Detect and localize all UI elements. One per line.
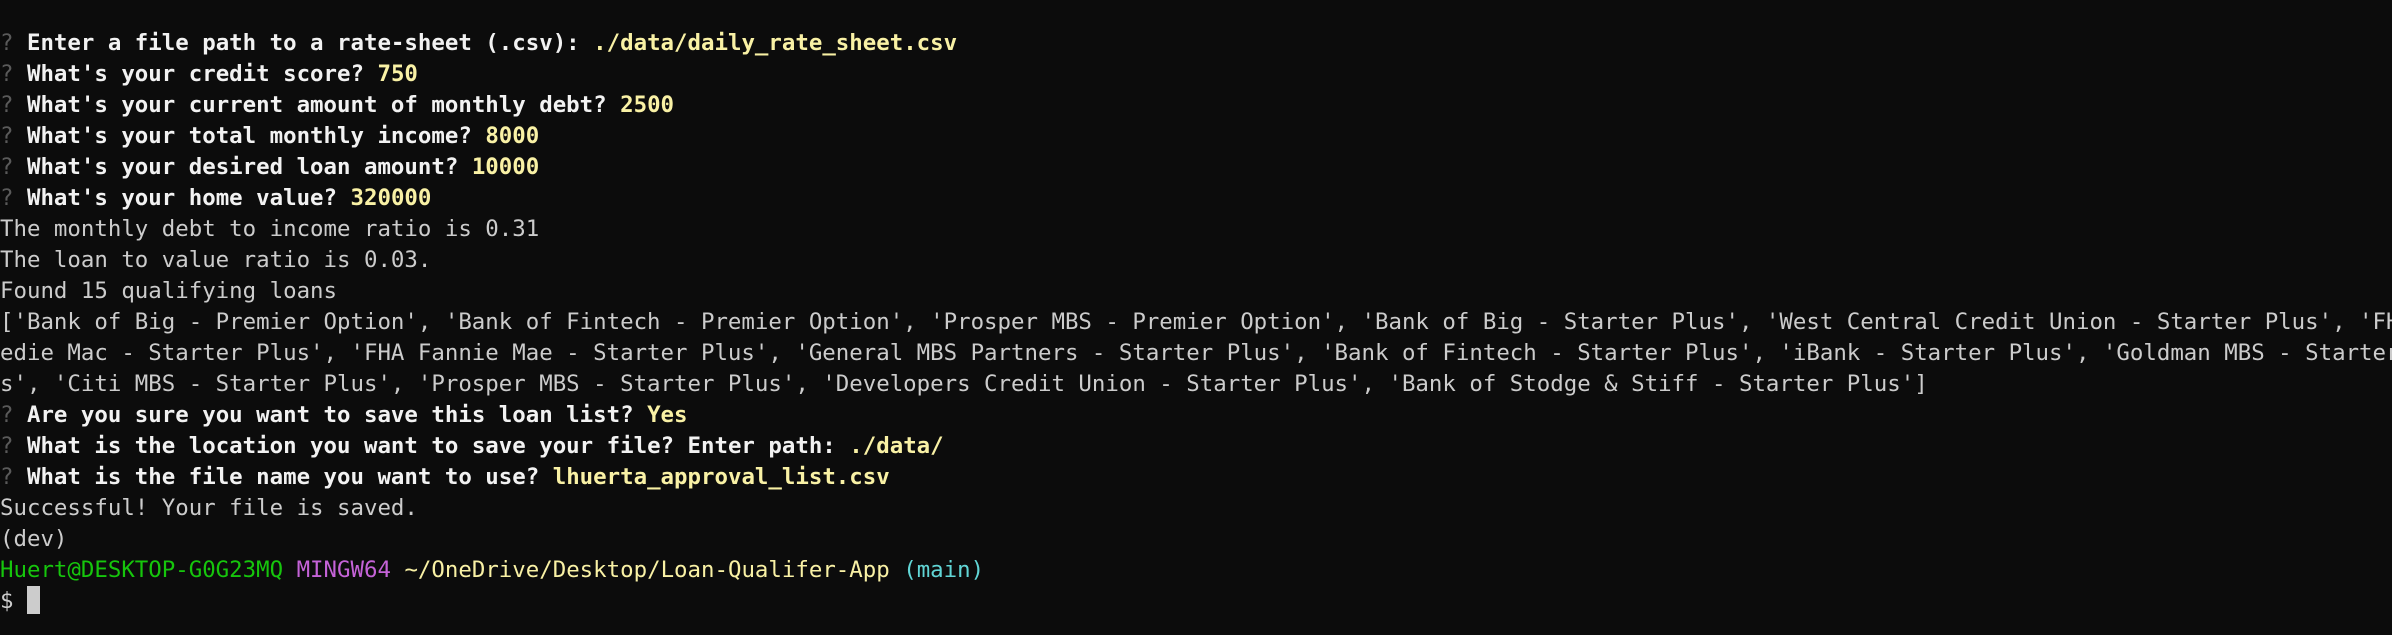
- text-cursor[interactable]: [26, 586, 40, 614]
- prompt-answer: 10000: [471, 154, 540, 180]
- shell-prompt: Huert@DESKTOP-G0G23MQ MINGW64 ~/OneDrive…: [0, 555, 2392, 586]
- result-message: Successful! Your file is saved.: [0, 495, 418, 521]
- current-path: ~/OneDrive/Desktop/Loan-Qualifer-App: [404, 557, 890, 583]
- prompt-line: ? What's your current amount of monthly …: [0, 90, 2392, 121]
- prompt-answer: 8000: [485, 123, 540, 149]
- prompt-line: ? Enter a file path to a rate-sheet (.cs…: [0, 28, 2392, 59]
- output-line: The loan to value ratio is 0.03.: [0, 247, 432, 273]
- prompt-answer: ./data/: [849, 433, 944, 459]
- shell-system: MINGW64: [296, 557, 391, 583]
- question-marker: ?: [0, 185, 14, 211]
- command-input-line[interactable]: $: [0, 586, 2392, 617]
- prompt-question: What is the file name you want to use?: [26, 464, 540, 490]
- prompt-answer: 2500: [620, 92, 675, 118]
- question-marker: ?: [0, 464, 14, 490]
- prompt-line: ? Are you sure you want to save this loa…: [0, 400, 2392, 431]
- prompt-line: ? What's your credit score? 750: [0, 59, 2392, 90]
- question-marker: ?: [0, 402, 14, 428]
- user-host: Huert@DESKTOP-G0G23MQ: [0, 557, 284, 583]
- prompt-question: What's your home value?: [26, 185, 338, 211]
- output-line: Found 15 qualifying loans: [0, 278, 338, 304]
- prompt-question: What's your total monthly income?: [26, 123, 472, 149]
- git-branch: (main): [903, 557, 985, 583]
- prompt-question: What is the location you want to save yo…: [26, 433, 836, 459]
- prompt-question: Enter a file path to a rate-sheet (.csv)…: [26, 30, 580, 56]
- question-marker: ?: [0, 433, 14, 459]
- loan-list-line: edie Mac - Starter Plus', 'FHA Fannie Ma…: [0, 340, 2392, 366]
- prompt-question: What's your desired loan amount?: [26, 154, 459, 180]
- prompt-answer: Yes: [647, 402, 688, 428]
- prompt-line: ? What is the file name you want to use?…: [0, 462, 2392, 493]
- prompt-answer: lhuerta_approval_list.csv: [552, 464, 890, 490]
- terminal-output[interactable]: ? Enter a file path to a rate-sheet (.cs…: [0, 28, 2392, 617]
- loan-list-line: ['Bank of Big - Premier Option', 'Bank o…: [0, 309, 2392, 335]
- loan-list-line: s', 'Citi MBS - Starter Plus', 'Prosper …: [0, 371, 1928, 397]
- output-line: The monthly debt to income ratio is 0.31: [0, 216, 540, 242]
- prompt-line: ? What's your total monthly income? 8000: [0, 121, 2392, 152]
- question-marker: ?: [0, 92, 14, 118]
- prompt-answer: 750: [377, 61, 418, 87]
- question-marker: ?: [0, 154, 14, 180]
- env-indicator: (dev): [0, 526, 68, 552]
- prompt-answer: 320000: [350, 185, 432, 211]
- question-marker: ?: [0, 30, 14, 56]
- question-marker: ?: [0, 61, 14, 87]
- prompt-question: What's your current amount of monthly de…: [26, 92, 607, 118]
- prompt-line: ? What's your desired loan amount? 10000: [0, 152, 2392, 183]
- prompt-line: ? What's your home value? 320000: [0, 183, 2392, 214]
- prompt-symbol: $: [0, 588, 14, 614]
- question-marker: ?: [0, 123, 14, 149]
- prompt-line: ? What is the location you want to save …: [0, 431, 2392, 462]
- prompt-answer: ./data/daily_rate_sheet.csv: [593, 30, 958, 56]
- prompt-question: What's your credit score?: [26, 61, 364, 87]
- prompt-question: Are you sure you want to save this loan …: [26, 402, 634, 428]
